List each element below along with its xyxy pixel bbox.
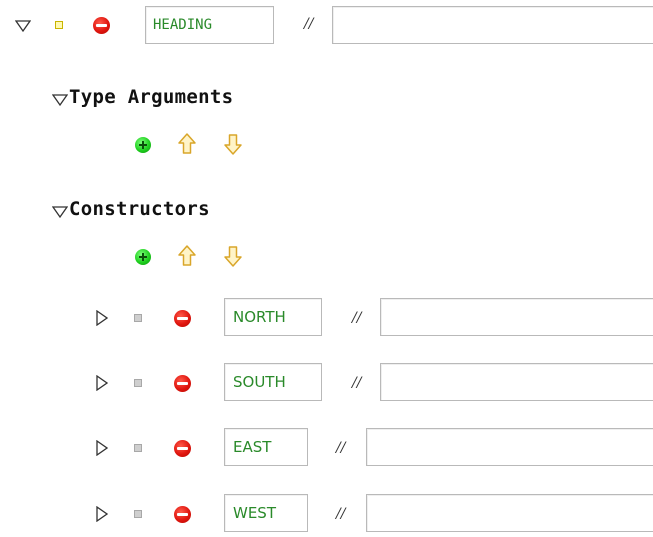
expand-triangle-icon[interactable] [96, 375, 108, 391]
heading-comment-input[interactable] [332, 6, 653, 44]
heading-name-field[interactable]: HEADING [145, 6, 274, 44]
constructor-name-field[interactable]: EAST [224, 428, 308, 466]
element-marker-icon [134, 510, 142, 518]
arrow-down-icon[interactable] [224, 133, 242, 155]
remove-constructor-button[interactable] [174, 375, 191, 392]
comment-marker: // [352, 310, 362, 326]
arrow-up-icon[interactable] [178, 133, 196, 155]
expand-triangle-icon[interactable] [96, 310, 108, 326]
constructor-name: NORTH [233, 308, 286, 326]
expand-triangle-icon[interactable] [96, 506, 108, 522]
type-arguments-label: Type Arguments [69, 86, 234, 108]
remove-constructor-button[interactable] [174, 506, 191, 523]
constructor-name: SOUTH [233, 373, 286, 391]
add-constructor-button[interactable] [135, 249, 151, 265]
constructor-name-field[interactable]: SOUTH [224, 363, 322, 401]
constructor-comment-input[interactable] [380, 363, 653, 401]
constructor-comment-input[interactable] [366, 428, 653, 466]
collapse-triangle-icon[interactable] [52, 206, 68, 218]
element-marker-icon [55, 21, 63, 29]
comment-marker: // [352, 375, 362, 391]
constructor-comment-input[interactable] [366, 494, 653, 532]
arrow-up-icon[interactable] [178, 245, 196, 267]
collapse-triangle-icon[interactable] [15, 20, 31, 32]
constructor-name-field[interactable]: NORTH [224, 298, 322, 336]
remove-heading-button[interactable] [93, 17, 110, 34]
constructor-name: EAST [233, 438, 272, 456]
constructor-name: WEST [233, 504, 276, 522]
comment-marker: // [304, 16, 314, 32]
constructor-name-field[interactable]: WEST [224, 494, 308, 532]
expand-triangle-icon[interactable] [96, 440, 108, 456]
element-marker-icon [134, 379, 142, 387]
constructors-label: Constructors [69, 198, 210, 220]
comment-marker: // [336, 440, 346, 456]
constructor-comment-input[interactable] [380, 298, 653, 336]
arrow-down-icon[interactable] [224, 245, 242, 267]
element-marker-icon [134, 444, 142, 452]
add-type-argument-button[interactable] [135, 137, 151, 153]
remove-constructor-button[interactable] [174, 310, 191, 327]
remove-constructor-button[interactable] [174, 440, 191, 457]
collapse-triangle-icon[interactable] [52, 94, 68, 106]
comment-marker: // [336, 506, 346, 522]
heading-name: HEADING [153, 17, 213, 33]
element-marker-icon [134, 314, 142, 322]
